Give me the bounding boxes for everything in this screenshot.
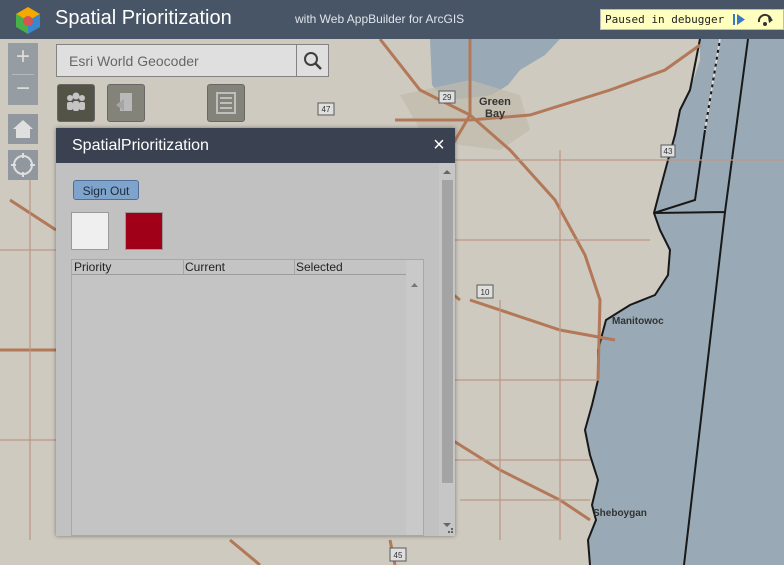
app-logo-icon	[16, 7, 40, 34]
table-scrollbar[interactable]	[406, 260, 423, 535]
column-separator	[183, 260, 184, 274]
prioritization-widget-button[interactable]	[57, 84, 95, 122]
panel-scroll-thumb[interactable]	[442, 180, 453, 483]
shield-29: 29	[443, 93, 452, 102]
close-icon[interactable]: ×	[430, 135, 448, 155]
table-header: Priority Current Selected	[72, 260, 406, 275]
color-swatch-red[interactable]	[125, 212, 163, 250]
search-button[interactable]	[296, 45, 329, 76]
color-swatch-light[interactable]	[71, 212, 109, 250]
zoom-out-button[interactable]: −	[8, 75, 38, 105]
panel-title: SpatialPrioritization	[72, 137, 209, 154]
locate-button[interactable]	[8, 150, 38, 180]
legend-widget-button[interactable]	[207, 84, 245, 122]
app-header: Spatial Prioritization with Web AppBuild…	[0, 0, 784, 39]
scroll-up-arrow-icon[interactable]	[406, 276, 423, 296]
resume-icon[interactable]	[729, 11, 749, 28]
panel-header: SpatialPrioritization ×	[56, 128, 455, 163]
map-label-sheboygan: Sheboygan	[593, 508, 647, 519]
zoom-in-button[interactable]: +	[8, 43, 38, 73]
search-box	[56, 44, 329, 77]
column-header-priority[interactable]: Priority	[74, 260, 111, 274]
shield-47: 47	[322, 105, 331, 114]
search-input[interactable]	[57, 45, 295, 76]
home-button[interactable]	[8, 114, 38, 144]
map-label-green-bay-2: Bay	[485, 108, 506, 120]
locate-icon	[11, 153, 35, 177]
column-separator	[294, 260, 295, 274]
app-title: Spatial Prioritization	[55, 7, 232, 29]
app-subtitle: with Web AppBuilder for ArcGIS	[295, 12, 465, 26]
step-over-icon[interactable]	[755, 11, 775, 28]
shield-10: 10	[481, 288, 490, 297]
panel-scrollbar[interactable]	[439, 163, 455, 536]
shield-45: 45	[394, 551, 403, 560]
home-icon	[13, 120, 33, 138]
priority-table: Priority Current Selected	[71, 259, 424, 536]
scroll-up-arrow-icon[interactable]	[439, 165, 455, 179]
sign-out-button[interactable]: Sign Out	[73, 180, 139, 200]
debugger-message: Paused in debugger	[605, 13, 725, 26]
zoom-control: + −	[8, 43, 38, 105]
legend-icon	[216, 92, 236, 114]
column-header-selected[interactable]: Selected	[296, 260, 343, 274]
map-label-manitowoc: Manitowoc	[612, 316, 664, 327]
people-group-icon	[67, 92, 85, 111]
search-icon	[304, 52, 322, 70]
debugger-banner: Paused in debugger	[600, 9, 784, 30]
spatial-prioritization-panel: SpatialPrioritization × Sign Out Priorit…	[56, 128, 455, 536]
map-label-green-bay-1: Green	[479, 96, 511, 108]
layers-icon	[116, 93, 132, 111]
resize-handle-icon[interactable]	[444, 524, 454, 534]
column-header-current[interactable]: Current	[185, 260, 225, 274]
layer-list-widget-button[interactable]	[107, 84, 145, 122]
shield-43: 43	[664, 147, 673, 156]
